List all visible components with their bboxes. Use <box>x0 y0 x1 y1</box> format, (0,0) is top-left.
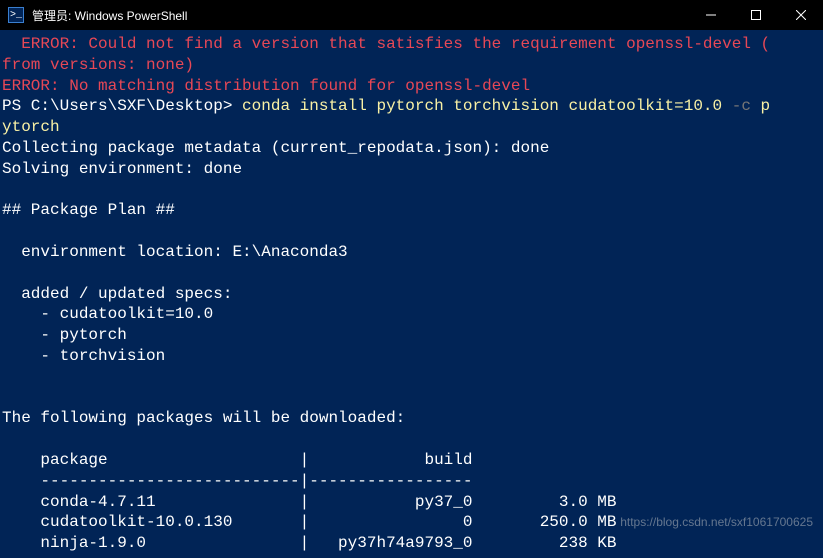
close-button[interactable] <box>778 0 823 30</box>
package-table-header: package | build <box>2 451 472 469</box>
error-line-3: ERROR: No matching distribution found fo… <box>2 77 530 95</box>
error-line-2: from versions: none) <box>2 56 194 74</box>
minimize-icon <box>706 10 716 20</box>
package-row-3: ninja-1.9.0 | py37h74a9793_0 238 KB <box>2 534 617 552</box>
command-wrap: ytorch <box>2 118 60 136</box>
output-solving: Solving environment: done <box>2 160 242 178</box>
terminal-content[interactable]: ERROR: Could not find a version that sat… <box>0 30 823 558</box>
download-header: The following packages will be downloade… <box>2 409 405 427</box>
command-part-1: conda install pytorch torchvision cudato… <box>232 97 731 115</box>
maximize-button[interactable] <box>733 0 778 30</box>
close-icon <box>796 10 806 20</box>
titlebar-left: >_ 管理员: Windows PowerShell <box>0 7 187 24</box>
package-table-divider: ---------------------------|------------… <box>2 472 472 490</box>
prompt: PS C:\Users\SXF\Desktop> <box>2 97 232 115</box>
watermark: https://blog.csdn.net/sxf1061700625 <box>620 515 813 529</box>
spec-2: - pytorch <box>2 326 127 344</box>
window-title: 管理员: Windows PowerShell <box>32 7 187 24</box>
command-flag: -c <box>732 97 751 115</box>
window-controls <box>688 0 823 30</box>
maximize-icon <box>751 10 761 20</box>
package-plan-header: ## Package Plan ## <box>2 201 175 219</box>
error-line-1: ERROR: Could not find a version that sat… <box>2 35 770 53</box>
specs-header: added / updated specs: <box>2 285 232 303</box>
package-row-1: conda-4.7.11 | py37_0 3.0 MB <box>2 493 617 511</box>
environment-location: environment location: E:\Anaconda3 <box>2 243 348 261</box>
package-row-2: cudatoolkit-10.0.130 | 0 250.0 MB <box>2 513 617 531</box>
spec-3: - torchvision <box>2 347 165 365</box>
command-part-2: p <box>751 97 770 115</box>
spec-1: - cudatoolkit=10.0 <box>2 305 213 323</box>
powershell-icon: >_ <box>8 7 24 23</box>
titlebar: >_ 管理员: Windows PowerShell <box>0 0 823 30</box>
output-collecting: Collecting package metadata (current_rep… <box>2 139 549 157</box>
minimize-button[interactable] <box>688 0 733 30</box>
